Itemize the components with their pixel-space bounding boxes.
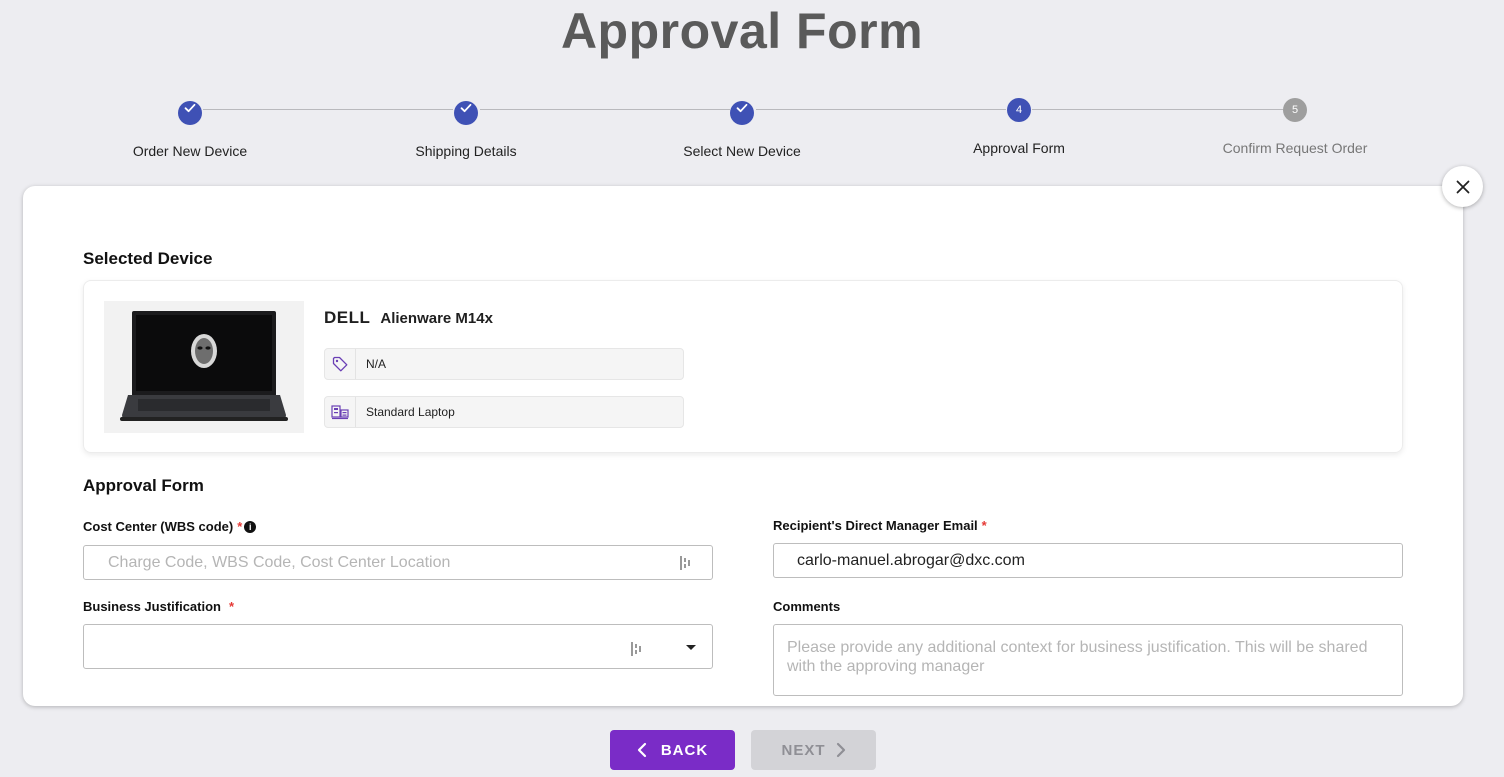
manager-email-label: Recipient's Direct Manager Email *: [773, 518, 987, 533]
manager-email-input[interactable]: carlo-manuel.abrogar@dxc.com: [773, 543, 1403, 578]
step-confirm-request-order[interactable]: 5 Confirm Request Order: [1185, 96, 1405, 156]
step-label: Shipping Details: [415, 143, 517, 159]
required-mark: *: [237, 519, 243, 534]
progress-stepper: Order New Device Shipping Details Select…: [0, 96, 1504, 166]
check-icon: [178, 101, 202, 125]
device-category-icon: [325, 397, 356, 427]
back-button[interactable]: BACK: [610, 730, 735, 770]
manager-email-value: carlo-manuel.abrogar@dxc.com: [797, 551, 1025, 569]
cost-center-label: Cost Center (WBS code) * i: [83, 519, 257, 534]
device-brand: DELL: [324, 308, 371, 327]
required-mark: *: [981, 518, 987, 533]
page-title: Approval Form: [560, 3, 924, 59]
device-name: DELL Alienware M14x: [324, 308, 493, 328]
device-category-field: Standard Laptop: [324, 396, 684, 428]
info-icon[interactable]: i: [244, 521, 257, 533]
close-icon: [1456, 180, 1469, 193]
password-manager-icon[interactable]: [680, 555, 692, 571]
step-number: 4: [1007, 98, 1031, 122]
comments-textarea[interactable]: Please provide any additional context fo…: [773, 624, 1403, 696]
selected-device-panel: DELL Alienware M14x N/A Standard Laptop: [83, 280, 1403, 453]
device-price-field: N/A: [324, 348, 684, 380]
cost-center-input[interactable]: Charge Code, WBS Code, Cost Center Locat…: [83, 545, 713, 580]
step-label: Confirm Request Order: [1222, 140, 1368, 156]
step-label: Approval Form: [973, 140, 1065, 156]
step-label: Order New Device: [132, 143, 248, 159]
step-order-new-device[interactable]: Order New Device: [80, 96, 300, 159]
form-card: Selected Device DELL Alienware M14x N/A …: [23, 186, 1463, 706]
required-mark: *: [228, 599, 235, 614]
comments-label: Comments: [773, 599, 841, 614]
laptop-image: [104, 301, 304, 433]
comments-placeholder: Please provide any additional context fo…: [787, 639, 1368, 675]
step-shipping-details[interactable]: Shipping Details: [356, 96, 576, 159]
step-number: 5: [1283, 98, 1307, 122]
business-justification-select[interactable]: [83, 624, 713, 669]
check-icon: [454, 101, 478, 125]
device-model: Alienware M14x: [380, 310, 493, 327]
chevron-left-icon: [637, 742, 646, 758]
business-justification-label: Business Justification *: [83, 599, 235, 614]
step-select-new-device[interactable]: Select New Device: [632, 96, 852, 159]
close-button[interactable]: [1442, 166, 1483, 207]
check-icon: [730, 101, 754, 125]
device-category-value: Standard Laptop: [366, 405, 455, 419]
step-label: Select New Device: [683, 143, 801, 159]
next-button[interactable]: NEXT: [751, 730, 876, 770]
device-price-value: N/A: [366, 357, 387, 371]
next-button-label: NEXT: [781, 741, 826, 759]
cost-center-placeholder: Charge Code, WBS Code, Cost Center Locat…: [108, 553, 451, 571]
chevron-right-icon: [836, 742, 845, 758]
step-approval-form[interactable]: 4 Approval Form: [909, 96, 1129, 156]
back-button-label: BACK: [660, 741, 709, 759]
password-manager-icon[interactable]: [631, 641, 643, 657]
tag-icon: [325, 349, 356, 379]
approval-form-heading: Approval Form: [83, 476, 204, 495]
selected-device-heading: Selected Device: [83, 249, 213, 268]
chevron-down-icon[interactable]: [686, 645, 696, 650]
